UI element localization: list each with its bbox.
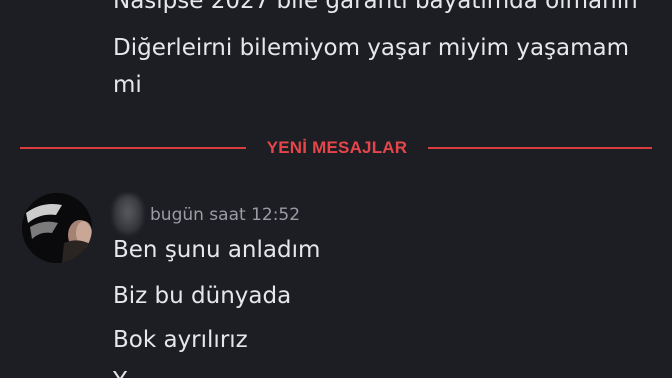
message-line: Biz bu dünyada (113, 283, 292, 309)
message-line: Diğerleirni bilemiyom yaşar miyim yaşama… (113, 35, 630, 61)
new-messages-divider: YENİ MESAJLAR (20, 136, 652, 160)
message-timestamp: bugün saat 12:52 (150, 205, 301, 225)
new-messages-label: YENİ MESAJLAR (266, 138, 408, 157)
message-line: mi (113, 72, 142, 98)
message-line: Y (113, 366, 127, 378)
message-line: Ben şunu anladım (113, 237, 321, 263)
message-line: Nasipse 2027 bile garanti bayatımda olma… (113, 0, 638, 14)
divider-rule-right (428, 147, 652, 149)
username-blurred[interactable] (113, 194, 143, 234)
avatar[interactable] (22, 193, 92, 263)
message-line: Bok ayrılırız (113, 327, 248, 353)
divider-rule-left (20, 147, 246, 149)
avatar-image (22, 193, 92, 263)
